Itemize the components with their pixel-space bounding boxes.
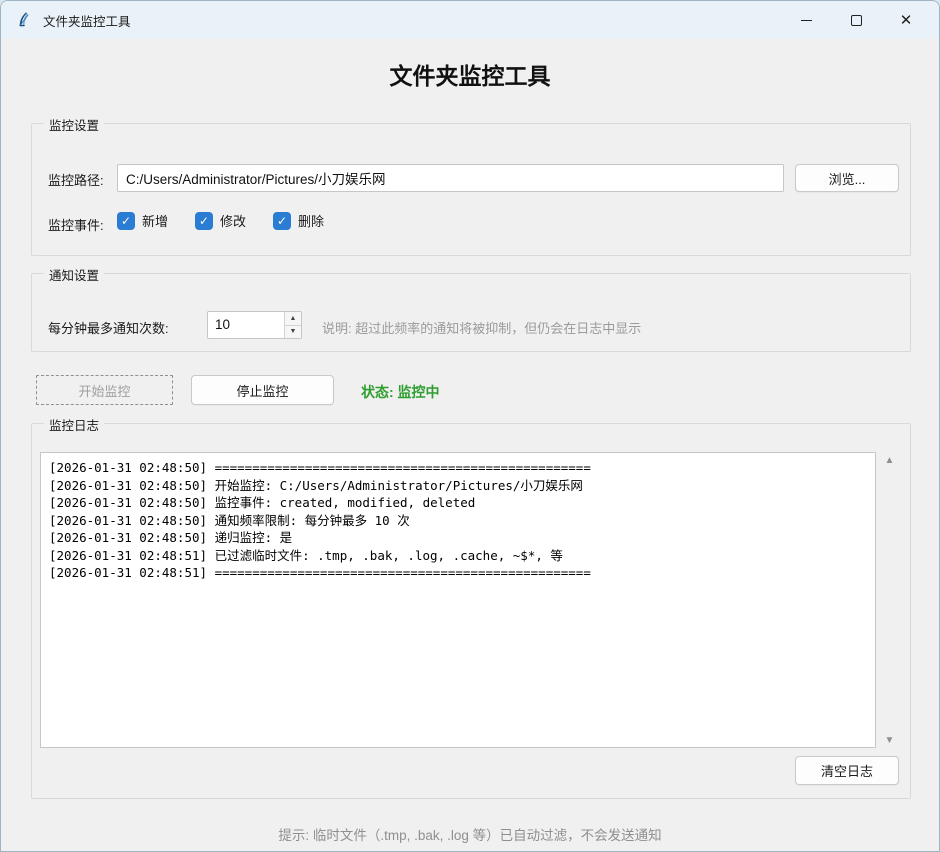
close-button[interactable]: ✕ bbox=[881, 1, 931, 39]
notify-settings-group: 通知设置 每分钟最多通知次数: 10 ▲ ▼ 说明: 超过此频率的通知将被抑制，… bbox=[31, 273, 911, 352]
path-label: 监控路径: bbox=[48, 170, 104, 189]
checkbox-created[interactable]: ✓ 新增 bbox=[117, 211, 168, 230]
monitor-settings-group: 监控设置 监控路径: 浏览... 监控事件: ✓ 新增 ✓ 修改 ✓ 删除 bbox=[31, 123, 911, 256]
stop-monitor-button[interactable]: 停止监控 bbox=[191, 375, 334, 405]
events-checkbox-row: ✓ 新增 ✓ 修改 ✓ 删除 bbox=[117, 211, 324, 230]
title-bar: 文件夹监控工具 ✕ bbox=[1, 1, 939, 39]
checkbox-deleted[interactable]: ✓ 删除 bbox=[273, 211, 324, 230]
scroll-down-icon[interactable]: ▼ bbox=[880, 732, 899, 748]
check-icon: ✓ bbox=[117, 212, 135, 230]
log-lines: [2026-01-31 02:48:50] ==================… bbox=[41, 453, 875, 588]
checkbox-modified[interactable]: ✓ 修改 bbox=[195, 211, 246, 230]
monitor-settings-group-label: 监控设置 bbox=[44, 115, 104, 134]
notify-settings-group-label: 通知设置 bbox=[44, 265, 104, 284]
maximize-button[interactable] bbox=[831, 1, 881, 39]
events-label: 监控事件: bbox=[48, 215, 104, 234]
log-group-label: 监控日志 bbox=[44, 415, 104, 434]
scroll-up-icon[interactable]: ▲ bbox=[880, 452, 899, 468]
check-icon: ✓ bbox=[273, 212, 291, 230]
status-text: 状态: 监控中 bbox=[361, 382, 440, 402]
rate-value[interactable]: 10 bbox=[208, 312, 284, 338]
python-feather-icon bbox=[15, 11, 33, 29]
spin-down-button[interactable]: ▼ bbox=[285, 326, 301, 339]
spin-up-button[interactable]: ▲ bbox=[285, 312, 301, 326]
rate-spinbox[interactable]: 10 ▲ ▼ bbox=[207, 311, 302, 339]
log-textarea[interactable]: [2026-01-31 02:48:50] ==================… bbox=[40, 452, 876, 748]
maximize-icon bbox=[851, 15, 862, 26]
spin-up-icon: ▲ bbox=[290, 315, 297, 322]
path-input[interactable] bbox=[117, 164, 784, 192]
rate-hint: 说明: 超过此频率的通知将被抑制，但仍会在日志中显示 bbox=[322, 318, 641, 337]
footer-hint: 提示: 临时文件（.tmp, .bak, .log 等）已自动过滤，不会发送通知 bbox=[1, 824, 939, 844]
browse-button[interactable]: 浏览... bbox=[795, 164, 899, 192]
check-icon: ✓ bbox=[195, 212, 213, 230]
spin-arrows: ▲ ▼ bbox=[284, 312, 301, 338]
checkbox-deleted-label: 删除 bbox=[298, 211, 324, 230]
close-icon: ✕ bbox=[900, 13, 913, 28]
log-scrollbar[interactable]: ▲ ▼ bbox=[880, 452, 899, 748]
log-group: 监控日志 [2026-01-31 02:48:50] =============… bbox=[31, 423, 911, 799]
checkbox-created-label: 新增 bbox=[142, 211, 168, 230]
spin-down-icon: ▼ bbox=[290, 328, 297, 335]
app-window: 文件夹监控工具 ✕ 文件夹监控工具 监控设置 监控路径: 浏览... 监控事件:… bbox=[0, 0, 940, 852]
minimize-button[interactable] bbox=[781, 1, 831, 39]
window-controls: ✕ bbox=[781, 1, 931, 39]
page-title: 文件夹监控工具 bbox=[1, 57, 939, 91]
rate-label: 每分钟最多通知次数: bbox=[48, 318, 169, 337]
clear-log-button[interactable]: 清空日志 bbox=[795, 756, 899, 785]
minimize-icon bbox=[801, 20, 812, 21]
checkbox-modified-label: 修改 bbox=[220, 211, 246, 230]
start-monitor-button[interactable]: 开始监控 bbox=[36, 375, 173, 405]
window-title: 文件夹监控工具 bbox=[43, 11, 131, 30]
